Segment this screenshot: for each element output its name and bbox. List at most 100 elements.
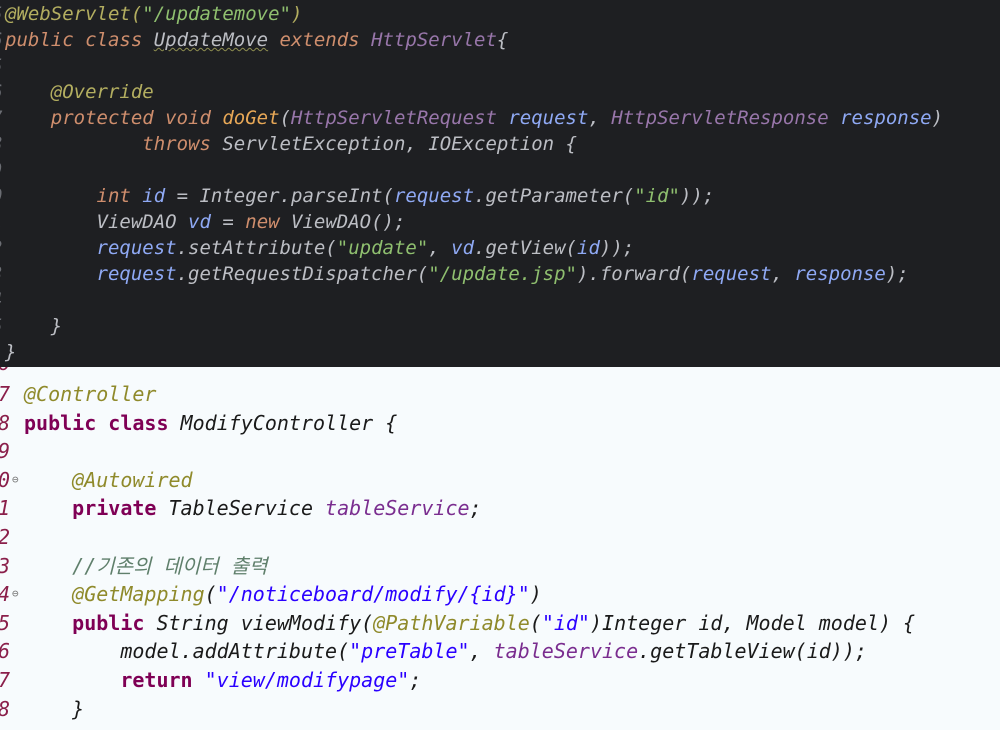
code-token: ));	[599, 237, 635, 259]
line-number: 7	[0, 380, 10, 409]
code-token: ,	[469, 639, 494, 664]
code-line[interactable]: }}	[0, 339, 1000, 365]
code-token: public	[72, 610, 157, 635]
code-line[interactable]: 8 public class ModifyController {	[0, 409, 1000, 438]
code-line[interactable]: 4⊖ @GetMapping("/noticeboard/modify/{id}…	[0, 580, 1000, 609]
line-number: }	[0, 339, 2, 365]
fold-toggle-icon[interactable]: ⊖	[12, 466, 19, 495]
code-token: )	[529, 582, 542, 607]
code-line[interactable]: 3 request.getRequestDispatcher("/update.…	[0, 261, 1000, 287]
code-token: @PathVariable	[373, 610, 530, 635]
code-line[interactable]: 7 @Controller	[0, 380, 1000, 409]
code-text: ViewDAO vd = new ViewDAO();	[5, 209, 406, 235]
fold-toggle-icon[interactable]: ⊖	[12, 580, 19, 609]
code-token: public class	[5, 29, 154, 51]
code-line[interactable]: 9	[0, 437, 1000, 466]
code-token: HttpServletResponse	[611, 107, 841, 129]
code-line[interactable]: 1 private TableService tableService;	[0, 494, 1000, 523]
code-text: public String viewModify(@PathVariable("…	[24, 609, 915, 638]
code-token: return	[120, 668, 205, 692]
code-line[interactable]: 5 }	[0, 313, 1000, 339]
line-number: 6	[0, 367, 10, 378]
code-token: }	[5, 341, 17, 363]
code-text: @GetMapping("/noticeboard/modify/{id}")	[24, 580, 542, 609]
code-line[interactable]: 7 protected void doGet(HttpServletReques…	[0, 105, 1000, 131]
code-token: request	[691, 263, 772, 285]
code-token: id	[142, 185, 166, 207]
code-text: protected void doGet(HttpServletRequest …	[5, 105, 943, 131]
code-token: vd	[451, 237, 475, 259]
line-number: 5	[0, 53, 2, 79]
code-token: new	[245, 211, 292, 233]
line-number: 8	[0, 695, 10, 724]
code-token: UpdateMove	[153, 29, 269, 51]
code-token: vd	[188, 211, 211, 233]
code-token: )	[291, 3, 303, 25]
code-line[interactable]: 5	[0, 53, 1000, 79]
code-token: ModifyController {	[180, 410, 398, 435]
code-line[interactable]: 3 //기존의 데이터 출력	[0, 552, 1000, 581]
code-line[interactable]: 8 throws ServletException, IOException {	[0, 131, 1000, 157]
line-number: 7	[0, 105, 2, 131]
code-token: "/noticeboard/modify/{id}"	[216, 582, 530, 607]
line-number: 1	[0, 494, 10, 523]
code-line[interactable]: 8 }	[0, 695, 1000, 724]
line-number: 8	[0, 409, 10, 438]
code-token: request	[508, 107, 589, 129]
servlet-code-editor[interactable]: 5@WebServlet("/updatemove")6public class…	[0, 0, 1000, 367]
line-number: 4	[0, 287, 2, 313]
code-token: response	[794, 263, 886, 285]
line-number: 5	[0, 313, 2, 339]
code-token: @Override	[50, 81, 154, 103]
code-token: }	[5, 315, 63, 337]
code-token: private	[72, 496, 169, 521]
code-text: @Controller	[24, 380, 156, 409]
line-number: 1	[0, 209, 2, 235]
code-text: }	[5, 339, 16, 365]
code-token: "view/modifypage"	[204, 668, 410, 692]
code-line[interactable]: 9	[0, 157, 1000, 183]
controller-code-editor[interactable]: 6 7 @Controller 8 public class ModifyContro…	[0, 367, 1000, 730]
code-token: ServletException, IOException {	[222, 133, 577, 155]
code-token: extends	[268, 29, 372, 51]
code-token: @GetMapping	[72, 582, 205, 607]
code-line[interactable]: 2 request.setAttribute("update", vd.getV…	[0, 235, 1000, 261]
code-token: tableService	[325, 496, 470, 521]
code-token: "id"	[634, 185, 680, 207]
code-token: ,	[588, 107, 612, 129]
code-line[interactable]: 0⊖ @Autowired	[0, 466, 1000, 495]
code-token: );	[885, 263, 909, 285]
code-text: return "view/modifypage";	[24, 666, 421, 695]
code-token: .getTableView(id));	[638, 639, 867, 664]
code-line[interactable]: 6public class UpdateMove extends HttpSer…	[0, 27, 1000, 53]
code-token: HttpServletRequest	[291, 107, 509, 129]
code-line[interactable]: 1 ViewDAO vd = new ViewDAO();	[0, 209, 1000, 235]
code-token: ViewDAO	[5, 211, 189, 233]
code-token: public class	[24, 410, 181, 435]
code-token: String viewModify(	[156, 610, 374, 635]
code-line[interactable]: 0 int id = Integer.parseInt(request.getP…	[0, 183, 1000, 209]
code-token: int	[96, 185, 143, 207]
code-token: ));	[679, 185, 715, 207]
code-line[interactable]: 6 @Override	[0, 79, 1000, 105]
code-token: )	[931, 107, 944, 129]
code-line[interactable]: 7 return "view/modifypage";	[0, 666, 1000, 695]
code-line[interactable]: 5 public String viewModify(@PathVariable…	[0, 609, 1000, 638]
code-line[interactable]: 5@WebServlet("/updatemove")	[0, 1, 1000, 27]
code-text: public class ModifyController {	[24, 409, 397, 438]
code-token: .setAttribute(	[176, 237, 337, 259]
code-token: request	[96, 237, 177, 259]
code-line[interactable]: 2	[0, 523, 1000, 552]
code-text: public class UpdateMove extends HttpServ…	[5, 27, 508, 53]
code-token: "/update.jsp"	[428, 263, 577, 285]
code-line[interactable]: 4	[0, 287, 1000, 313]
code-line[interactable]: 6 model.addAttribute("preTable", tableSe…	[0, 637, 1000, 666]
